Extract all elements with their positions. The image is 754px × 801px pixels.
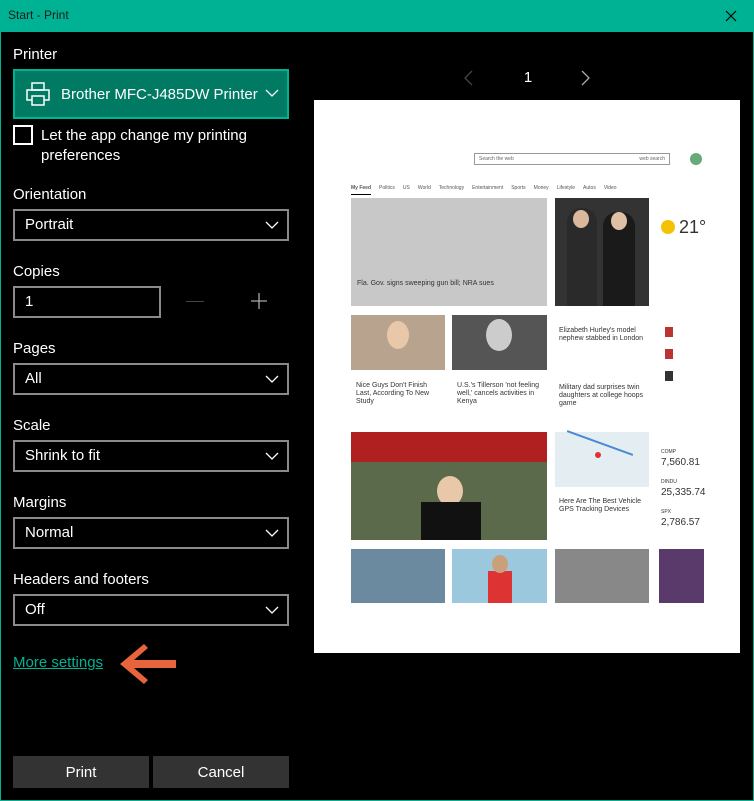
pages-dropdown[interactable]: All: [13, 363, 289, 395]
scale-dropdown[interactable]: Shrink to fit: [13, 440, 289, 472]
headers-label: Headers and footers: [13, 571, 149, 588]
printer-value: Brother MFC-J485DW Printer: [61, 86, 258, 103]
arrow-left-icon: [120, 644, 176, 684]
copies-decrement-button[interactable]: [186, 301, 204, 302]
scale-label: Scale: [13, 417, 51, 434]
preview-avatar: [690, 153, 702, 165]
preview-nav-item: Politics: [379, 185, 395, 191]
margins-dropdown[interactable]: Normal: [13, 517, 289, 549]
preview-nav-item: Entertainment: [472, 185, 504, 191]
margins-value: Normal: [25, 524, 74, 541]
pages-label: Pages: [13, 340, 56, 357]
printer-dropdown[interactable]: Brother MFC-J485DW Printer: [13, 69, 289, 119]
next-page-icon[interactable]: [578, 70, 592, 86]
preview-photo-military: [351, 432, 547, 540]
preview-search-button: web search: [639, 156, 665, 162]
chevron-down-icon: [265, 452, 279, 460]
copies-value: 1: [25, 293, 34, 310]
chevron-down-icon: [265, 529, 279, 537]
preview-nav: My Feed Politics US World Technology Ent…: [351, 185, 701, 195]
chevron-down-icon: [265, 89, 279, 97]
preview-nav-item: World: [417, 185, 431, 191]
preview-photo-man-red: [452, 549, 547, 603]
app-change-label: Let the app change my printing preferenc…: [41, 127, 247, 164]
close-button[interactable]: [708, 0, 754, 32]
preview-markets: COMP 7,560.81 DINDU 25,335.74 SPX 2,786.…: [659, 432, 706, 542]
headers-value: Off: [25, 601, 45, 618]
pages-value: All: [25, 370, 42, 387]
previous-page-icon[interactable]: [462, 70, 476, 86]
orientation-dropdown[interactable]: Portrait: [13, 209, 289, 241]
preview-nav-item: Autos: [583, 185, 596, 191]
print-preview: Search the web web search My Feed Politi…: [314, 100, 740, 653]
preview-nav-item: Technology: [438, 185, 465, 191]
preview-market-label: COMP: [661, 449, 676, 455]
preview-photo-man: [351, 315, 445, 370]
window-title: Start - Print: [8, 8, 69, 22]
chevron-down-icon: [265, 606, 279, 614]
more-settings-link[interactable]: More settings: [13, 654, 103, 671]
cancel-button[interactable]: Cancel: [153, 756, 289, 788]
preview-nav-item: Lifestyle: [556, 185, 576, 191]
app-change-checkbox[interactable]: [13, 125, 33, 145]
preview-story-1: Nice Guys Don't Finish Last, According T…: [356, 382, 430, 405]
preview-weather-temp: 21°: [679, 217, 707, 237]
preview-headline-right: Elizabeth Hurley's model nephew stabbed …: [559, 327, 644, 342]
preview-story-4: Here Are The Best Vehicle GPS Tracking D…: [559, 498, 641, 513]
preview-nav-item: Money: [533, 185, 549, 191]
preview-market-value: 25,335.74: [661, 487, 706, 498]
preview-market-label: SPX: [661, 509, 672, 515]
preview-market-value: 7,560.81: [661, 457, 700, 468]
orientation-value: Portrait: [25, 216, 74, 233]
preview-nav-item: Sports: [511, 185, 526, 191]
printer-label: Printer: [13, 46, 58, 63]
printer-icon: [26, 82, 50, 106]
scale-value: Shrink to fit: [25, 447, 101, 464]
close-icon: [725, 10, 737, 22]
preview-hero: Fla. Gov. signs sweeping gun bill; NRA s…: [351, 198, 547, 306]
preview-photo-car: [555, 549, 649, 603]
copies-label: Copies: [13, 263, 60, 280]
preview-weather: 21°: [659, 198, 707, 306]
preview-photo-ship: [351, 549, 445, 603]
preview-moon-icon: [661, 220, 675, 234]
preview-nav-item: Video: [603, 185, 617, 191]
preview-sports: [659, 315, 704, 415]
preview-story-3: Military dad surprises twin daughters at…: [559, 384, 644, 407]
preview-photo-sports: [659, 549, 704, 603]
page-number: 1: [523, 69, 533, 86]
preview-market-label: DINDU: [661, 479, 677, 485]
preview-photo-map: [555, 430, 649, 487]
chevron-down-icon: [265, 221, 279, 229]
preview-photo-tillerson: [452, 315, 547, 370]
preview-market-value: 2,786.57: [661, 517, 700, 528]
preview-search-placeholder: Search the web: [479, 156, 514, 162]
headers-dropdown[interactable]: Off: [13, 594, 289, 626]
margins-label: Margins: [13, 494, 67, 511]
preview-photo-couple: [555, 198, 649, 306]
copies-input[interactable]: 1: [13, 286, 161, 318]
preview-story-2: U.S.'s Tillerson 'not feeling well,' can…: [457, 382, 540, 405]
copies-increment-button[interactable]: [250, 292, 268, 310]
title-bar: Start - Print: [0, 0, 754, 32]
print-button[interactable]: Print: [13, 756, 149, 788]
preview-search-box: Search the web web search: [474, 153, 670, 165]
orientation-label: Orientation: [13, 186, 87, 203]
preview-nav-item: My Feed: [351, 185, 372, 195]
preview-hero-headline: Fla. Gov. signs sweeping gun bill; NRA s…: [357, 280, 494, 287]
chevron-down-icon: [265, 375, 279, 383]
preview-nav-item: US: [402, 185, 410, 191]
